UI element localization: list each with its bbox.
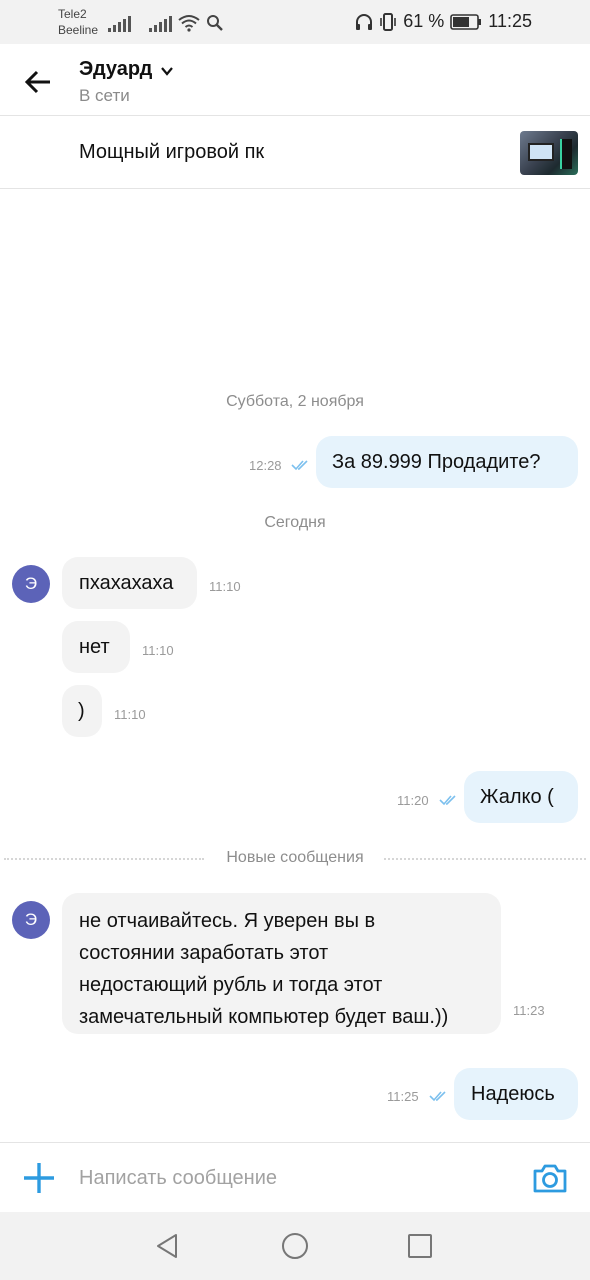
nav-back-icon[interactable] — [152, 1230, 184, 1262]
message-time: 12:28 — [249, 458, 282, 473]
thumbnail-tower — [560, 139, 572, 169]
message-line: недостающий рубль и тогда этот — [79, 974, 383, 996]
chat-header: Эдуард В сети — [0, 44, 590, 116]
separator-line — [384, 858, 586, 860]
back-arrow-icon[interactable] — [22, 66, 54, 98]
message-input[interactable] — [79, 1161, 509, 1195]
camera-icon[interactable] — [532, 1161, 568, 1195]
signal-icon — [149, 16, 172, 32]
message-bubble-incoming[interactable]: нет — [62, 621, 130, 673]
thumbnail-monitor — [528, 143, 554, 161]
message-bubble-incoming[interactable]: не отчаивайтесь. Я уверен вы в состоянии… — [62, 893, 501, 1034]
message-composer — [0, 1142, 590, 1212]
carrier-2: Beeline — [58, 23, 99, 37]
new-messages-separator: Новые сообщения — [0, 848, 590, 870]
search-icon — [207, 15, 223, 31]
nav-home-icon[interactable] — [279, 1230, 311, 1262]
carrier-labels: Tele2 Beeline — [58, 6, 98, 38]
date-separator: Суббота, 2 ноября — [226, 393, 364, 410]
message-bubble-incoming[interactable]: пхахахаха — [62, 557, 197, 609]
message-bubble-incoming[interactable]: ) — [62, 685, 102, 737]
message-bubble-outgoing[interactable]: Надеюсь — [454, 1068, 578, 1120]
message-time: 11:10 — [209, 579, 241, 594]
message-line: замечательный компьютер будет ваш.)) — [79, 1006, 449, 1028]
message-time: 11:10 — [114, 707, 146, 722]
battery-icon — [450, 13, 482, 30]
system-nav-bar — [0, 1212, 590, 1280]
battery-percent: 61 % — [403, 11, 445, 31]
nav-recents-icon[interactable] — [404, 1230, 436, 1262]
status-bar: Tele2 Beeline 61 % 11:25 — [0, 0, 590, 44]
double-check-icon — [291, 460, 308, 471]
message-text: пхахахаха — [79, 572, 174, 594]
message-text: ) — [78, 700, 85, 722]
message-line: не отчаивайтесь. Я уверен вы в — [79, 910, 376, 932]
contact-name[interactable]: Эдуард — [79, 58, 152, 81]
signal-icon — [108, 16, 131, 32]
message-time: 11:23 — [513, 1003, 545, 1018]
message-text: нет — [79, 636, 110, 658]
carrier-1: Tele2 — [58, 7, 87, 21]
clock: 11:25 — [488, 11, 532, 31]
date-separator: Сегодня — [264, 514, 326, 531]
contact-status: В сети — [79, 86, 130, 105]
listing-title[interactable]: Мощный игровой пк — [79, 141, 264, 164]
signal-icons — [108, 12, 224, 32]
message-text: Жалко ( — [480, 786, 554, 808]
status-right: 61 % 11:25 — [355, 11, 532, 32]
message-text: Надеюсь — [471, 1083, 555, 1105]
message-time: 11:25 — [387, 1089, 419, 1104]
listing-bar[interactable]: Мощный игровой пк — [0, 117, 590, 189]
headphones-icon — [356, 13, 373, 30]
avatar[interactable]: Э — [12, 901, 50, 939]
wifi-icon — [178, 15, 200, 32]
message-time: 11:20 — [397, 793, 429, 808]
chat-screen: Tele2 Beeline 61 % 11:25 Эдуард В сети М… — [0, 0, 590, 1280]
message-time: 11:10 — [142, 643, 174, 658]
listing-thumbnail[interactable] — [520, 131, 578, 175]
double-check-icon — [429, 1091, 446, 1102]
message-text: За 89.999 Продадите? — [332, 451, 541, 473]
message-bubble-outgoing[interactable]: За 89.999 Продадите? — [316, 436, 578, 488]
message-line: состоянии заработать этот — [79, 942, 329, 964]
vibrate-icon — [380, 12, 397, 31]
chevron-down-icon[interactable] — [160, 64, 174, 78]
plus-icon[interactable] — [22, 1161, 56, 1195]
message-bubble-outgoing[interactable]: Жалко ( — [464, 771, 578, 823]
avatar[interactable]: Э — [12, 565, 50, 603]
double-check-icon — [439, 795, 456, 806]
